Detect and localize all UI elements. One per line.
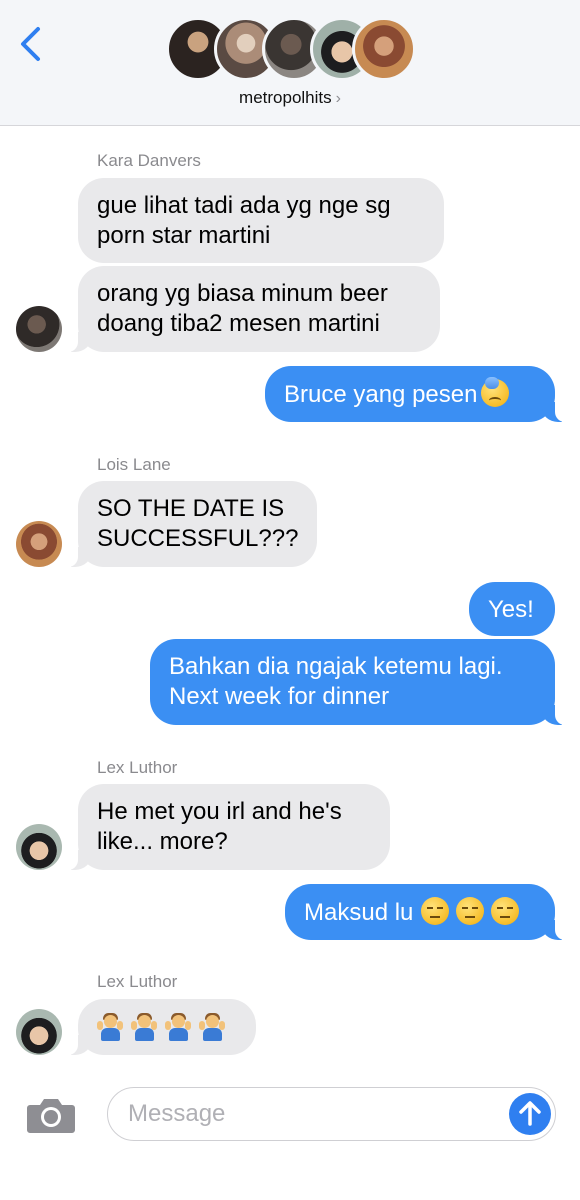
group-title[interactable]: metropolhits › xyxy=(0,88,580,108)
man-shrugging-emoji-icon xyxy=(199,1011,225,1041)
group-name-label: metropolhits xyxy=(239,88,332,107)
sender-name: Lex Luthor xyxy=(97,758,178,777)
group-avatars[interactable] xyxy=(166,17,416,81)
send-button[interactable] xyxy=(509,1093,551,1135)
received-message-bubble[interactable] xyxy=(67,999,256,1055)
message-text: Yes! xyxy=(488,596,534,623)
man-shrugging-emoji-icon xyxy=(131,1011,157,1041)
sender-name: Lois Lane xyxy=(97,455,171,474)
sender-avatar[interactable] xyxy=(16,521,62,567)
camera-icon[interactable] xyxy=(26,1095,76,1135)
received-message-bubble[interactable]: He met you irl and he's like... more? xyxy=(67,784,390,870)
sent-message-bubble[interactable]: Maksud lu xyxy=(285,884,566,940)
message-text: orang yg biasa minum beer doang tiba2 me… xyxy=(97,280,388,337)
sender-avatar[interactable] xyxy=(16,1009,62,1055)
message-text: SO THE DATE IS SUCCESSFUL??? xyxy=(97,495,299,552)
man-shrugging-emoji-icon xyxy=(165,1011,191,1041)
chevron-right-icon: › xyxy=(335,90,341,107)
received-message-bubble[interactable]: gue lihat tadi ada yg nge sg porn star m… xyxy=(78,178,444,263)
message-text: Bahkan dia ngajak ketemu lagi. Next week… xyxy=(169,653,503,710)
expressionless-face-emoji-icon xyxy=(421,897,450,925)
sender-name: Lex Luthor xyxy=(97,972,178,991)
member-avatar xyxy=(352,17,416,81)
message-text: Bruce yang pesen xyxy=(284,381,478,408)
received-message-bubble[interactable]: orang yg biasa minum beer doang tiba2 me… xyxy=(67,266,440,352)
man-shrugging-emoji-icon xyxy=(97,1011,123,1041)
message-composer xyxy=(0,1070,580,1200)
message-input-container xyxy=(107,1087,556,1141)
sender-avatar[interactable] xyxy=(16,306,62,352)
sender-name: Kara Danvers xyxy=(97,151,201,170)
conversation-header: metropolhits › xyxy=(0,0,580,126)
message-text: He met you irl and he's like... more? xyxy=(97,798,342,855)
sweat-face-emoji-icon xyxy=(481,377,510,407)
received-message-bubble[interactable]: SO THE DATE IS SUCCESSFUL??? xyxy=(67,481,317,567)
expressionless-face-emoji-icon xyxy=(456,897,485,925)
message-text: gue lihat tadi ada yg nge sg porn star m… xyxy=(97,192,391,249)
sent-message-bubble[interactable]: Yes! xyxy=(469,582,555,636)
expressionless-face-emoji-icon xyxy=(491,897,520,925)
back-chevron-icon[interactable] xyxy=(18,26,44,62)
sent-message-bubble[interactable]: Bahkan dia ngajak ketemu lagi. Next week… xyxy=(150,639,566,725)
sender-avatar[interactable] xyxy=(16,824,62,870)
message-input[interactable] xyxy=(128,1088,508,1139)
message-text: Maksud lu xyxy=(304,899,414,926)
send-arrow-icon xyxy=(519,1101,541,1126)
sent-message-bubble[interactable]: Bruce yang pesen xyxy=(265,366,566,422)
